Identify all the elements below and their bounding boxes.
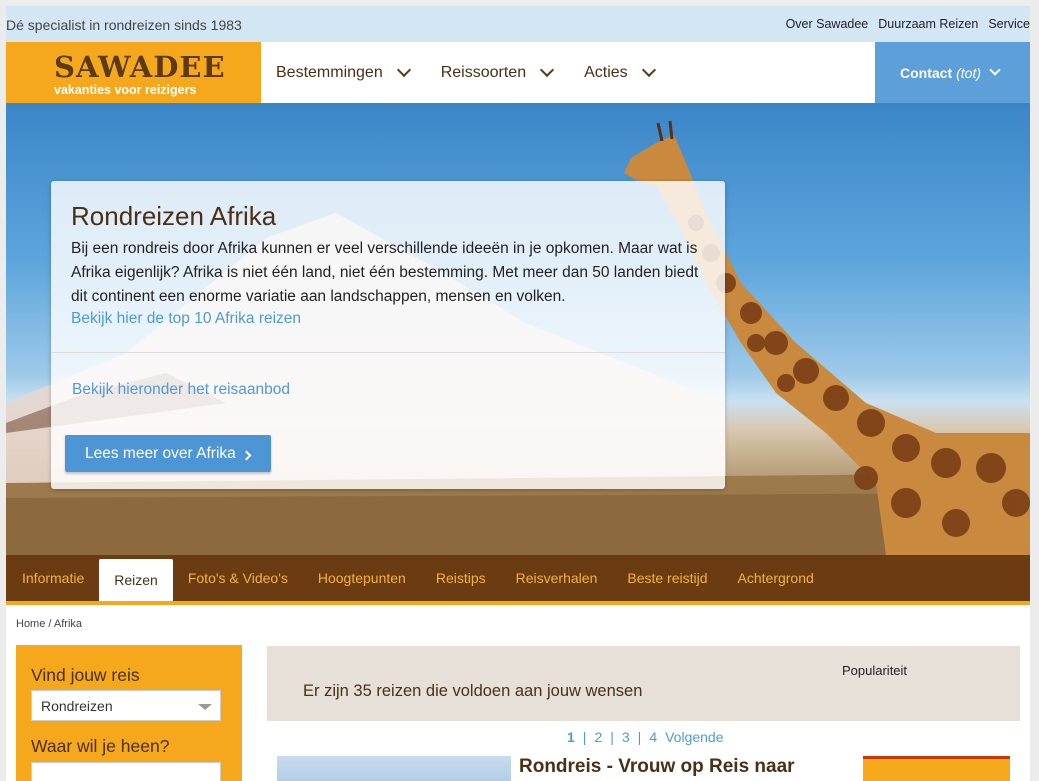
tab-beste-reistijd[interactable]: Beste reistijd xyxy=(612,555,722,601)
tab-reisverhalen[interactable]: Reisverhalen xyxy=(501,555,613,601)
nav-acties[interactable]: Acties xyxy=(584,62,656,82)
results-bar: Er zijn 35 reizen die voldoen aan jouw w… xyxy=(267,646,1020,721)
contact-button[interactable]: Contact (tot) xyxy=(875,42,1030,103)
page-separator: | xyxy=(582,729,587,745)
top10-link[interactable]: Bekijk hier de top 10 Afrika reizen xyxy=(71,310,301,328)
top-links: Over Sawadee Duurzaam Reizen Service xyxy=(786,17,1030,31)
destination-label: Waar wil je heen? xyxy=(31,736,170,756)
sidebar-title: Vind jouw reis xyxy=(31,665,140,685)
page: Dé specialist in rondreizen sinds 1983 O… xyxy=(6,6,1030,781)
travel-type-select[interactable]: Rondreizen xyxy=(31,690,221,721)
tab-hoogtepunten[interactable]: Hoogtepunten xyxy=(303,555,421,601)
logo[interactable]: SAWADEE vakanties voor reizigers xyxy=(6,42,261,103)
page-separator: | xyxy=(610,729,614,745)
contact-label: Contact xyxy=(900,64,953,81)
breadcrumb[interactable]: Home / Afrika xyxy=(16,618,82,630)
trip-image[interactable] xyxy=(277,756,511,781)
chevron-right-icon xyxy=(241,450,252,460)
search-sidebar: Vind jouw reis Rondreizen Waar wil je he… xyxy=(16,645,242,781)
tab-reistips[interactable]: Reistips xyxy=(421,555,501,601)
trip-cta-button[interactable] xyxy=(863,756,1010,781)
nav-bestemmingen[interactable]: Bestemmingen xyxy=(276,62,411,82)
offer-link[interactable]: Bekijk hieronder het reisaanbod xyxy=(72,381,290,399)
top-bar: Dé specialist in rondreizen sinds 1983 O… xyxy=(6,6,1030,42)
page-4[interactable]: 4 xyxy=(649,729,657,745)
page-1[interactable]: 1 xyxy=(567,729,575,745)
contact-tot: (tot) xyxy=(956,64,982,81)
chevron-down-icon xyxy=(540,62,555,78)
nav-label: Acties xyxy=(584,63,628,81)
nav-label: Reissoorten xyxy=(440,63,527,81)
tab-reizen[interactable]: Reizen xyxy=(99,559,173,601)
tagline: Dé specialist in rondreizen sinds 1983 xyxy=(6,17,242,33)
page-3[interactable]: 3 xyxy=(622,729,630,745)
intro-box: Rondreizen Afrika Bij een rondreis door … xyxy=(51,181,725,489)
tab-achtergrond[interactable]: Achtergrond xyxy=(723,555,829,601)
tab-informatie[interactable]: Informatie xyxy=(6,555,99,601)
read-more-label: Lees meer over Afrika xyxy=(85,444,236,462)
top-link-over-sawadee[interactable]: Over Sawadee xyxy=(786,17,869,31)
destination-select[interactable] xyxy=(31,762,221,781)
logo-wordmark: SAWADEE xyxy=(54,50,226,84)
results-count: Er zijn 35 reizen die voldoen aan jouw w… xyxy=(303,682,643,700)
nav-label: Bestemmingen xyxy=(276,63,383,81)
hero-banner: Rondreizen Afrika Bij een rondreis door … xyxy=(6,103,1030,555)
chevron-down-icon xyxy=(641,62,656,78)
chevron-down-icon xyxy=(989,64,1001,76)
logo-slogan: vakanties voor reizigers xyxy=(54,83,197,97)
trip-title[interactable]: Rondreis - Vrouw op Reis naar xyxy=(519,756,795,778)
main-nav: Bestemmingen Reissoorten Acties xyxy=(276,42,686,103)
dropdown-arrow-icon xyxy=(198,704,212,710)
page-title: Rondreizen Afrika xyxy=(71,201,277,231)
divider xyxy=(51,352,725,353)
top-link-duurzaam-reizen[interactable]: Duurzaam Reizen xyxy=(878,17,978,31)
next-page-link[interactable]: Volgende xyxy=(665,729,723,745)
pagination: 1 | 2 | 3 | 4 Volgende xyxy=(567,729,724,745)
page-2[interactable]: 2 xyxy=(594,729,602,745)
chevron-down-icon xyxy=(396,62,411,78)
sort-popularity[interactable]: Populariteit xyxy=(842,663,907,678)
section-tabs: Informatie Reizen Foto's & Video's Hoogt… xyxy=(6,555,1030,605)
top-link-service[interactable]: Service xyxy=(988,17,1030,31)
travel-type-value: Rondreizen xyxy=(41,698,113,714)
tab-fotos-videos[interactable]: Foto's & Video's xyxy=(173,555,303,601)
intro-text: Bij een rondreis door Afrika kunnen er v… xyxy=(71,240,699,305)
header: SAWADEE vakanties voor reizigers Bestemm… xyxy=(6,42,1030,103)
nav-reissoorten[interactable]: Reissoorten xyxy=(440,62,555,82)
page-separator: | xyxy=(637,729,642,745)
read-more-button[interactable]: Lees meer over Afrika xyxy=(65,435,271,472)
